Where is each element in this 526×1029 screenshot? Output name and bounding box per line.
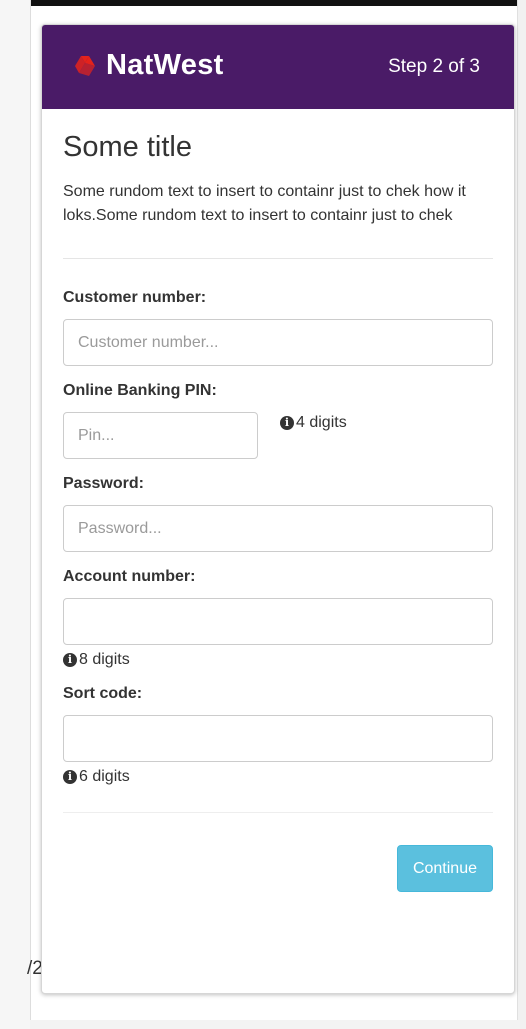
- card-body: Some title Some rundom text to insert to…: [42, 109, 514, 892]
- brand-name: NatWest: [106, 49, 224, 81]
- password-label: Password:: [63, 475, 144, 492]
- info-circle-icon: i: [63, 770, 77, 784]
- account-number-label: Account number:: [63, 568, 196, 585]
- sort-code-hint-text: 6 digits: [79, 768, 130, 785]
- pin-hint: i 4 digits: [280, 414, 347, 432]
- continue-button[interactable]: Continue: [396, 845, 493, 892]
- right-scroll-edge: [517, 0, 526, 1029]
- card-header: NatWest Step 2 of 3: [42, 25, 514, 109]
- account-number-group: Account number: i 8 digits: [63, 568, 493, 669]
- divider-top: [63, 258, 493, 259]
- step-indicator: Step 2 of 3: [388, 56, 480, 77]
- sort-code-hint: i 6 digits: [63, 768, 493, 786]
- account-number-hint-text: 8 digits: [79, 651, 130, 668]
- pin-hint-text: 4 digits: [296, 414, 347, 431]
- divider-bottom: [63, 812, 493, 813]
- intro-text: Some rundom text to insert to containr j…: [63, 183, 466, 224]
- info-circle-icon: i: [63, 653, 77, 667]
- pin-label: Online Banking PIN:: [63, 382, 217, 399]
- form-actions: Continue: [63, 845, 493, 892]
- account-number-input[interactable]: [63, 598, 493, 645]
- left-panel-edge: [0, 0, 31, 1029]
- customer-number-input[interactable]: [63, 319, 493, 366]
- login-form: Customer number: Online Banking PIN: i 4…: [63, 289, 493, 892]
- brand: NatWest: [72, 49, 224, 82]
- customer-number-group: Customer number:: [63, 289, 493, 366]
- page-title: Some title: [63, 131, 192, 163]
- pin-input[interactable]: [63, 412, 258, 459]
- sort-code-input[interactable]: [63, 715, 493, 762]
- natwest-logo-icon: [75, 55, 95, 76]
- customer-number-label: Customer number:: [63, 289, 207, 306]
- bottom-edge: [30, 1020, 520, 1029]
- window-top-border: [14, 0, 526, 6]
- login-card: NatWest Step 2 of 3 Some title Some rund…: [41, 24, 515, 994]
- pin-group: Online Banking PIN: i 4 digits: [63, 382, 493, 459]
- password-group: Password:: [63, 475, 493, 552]
- sort-code-group: Sort code: i 6 digits: [63, 685, 493, 786]
- pin-row: i 4 digits: [63, 412, 493, 459]
- info-circle-icon: i: [280, 416, 294, 430]
- account-number-hint: i 8 digits: [63, 651, 493, 669]
- sort-code-label: Sort code:: [63, 685, 143, 702]
- password-input[interactable]: [63, 505, 493, 552]
